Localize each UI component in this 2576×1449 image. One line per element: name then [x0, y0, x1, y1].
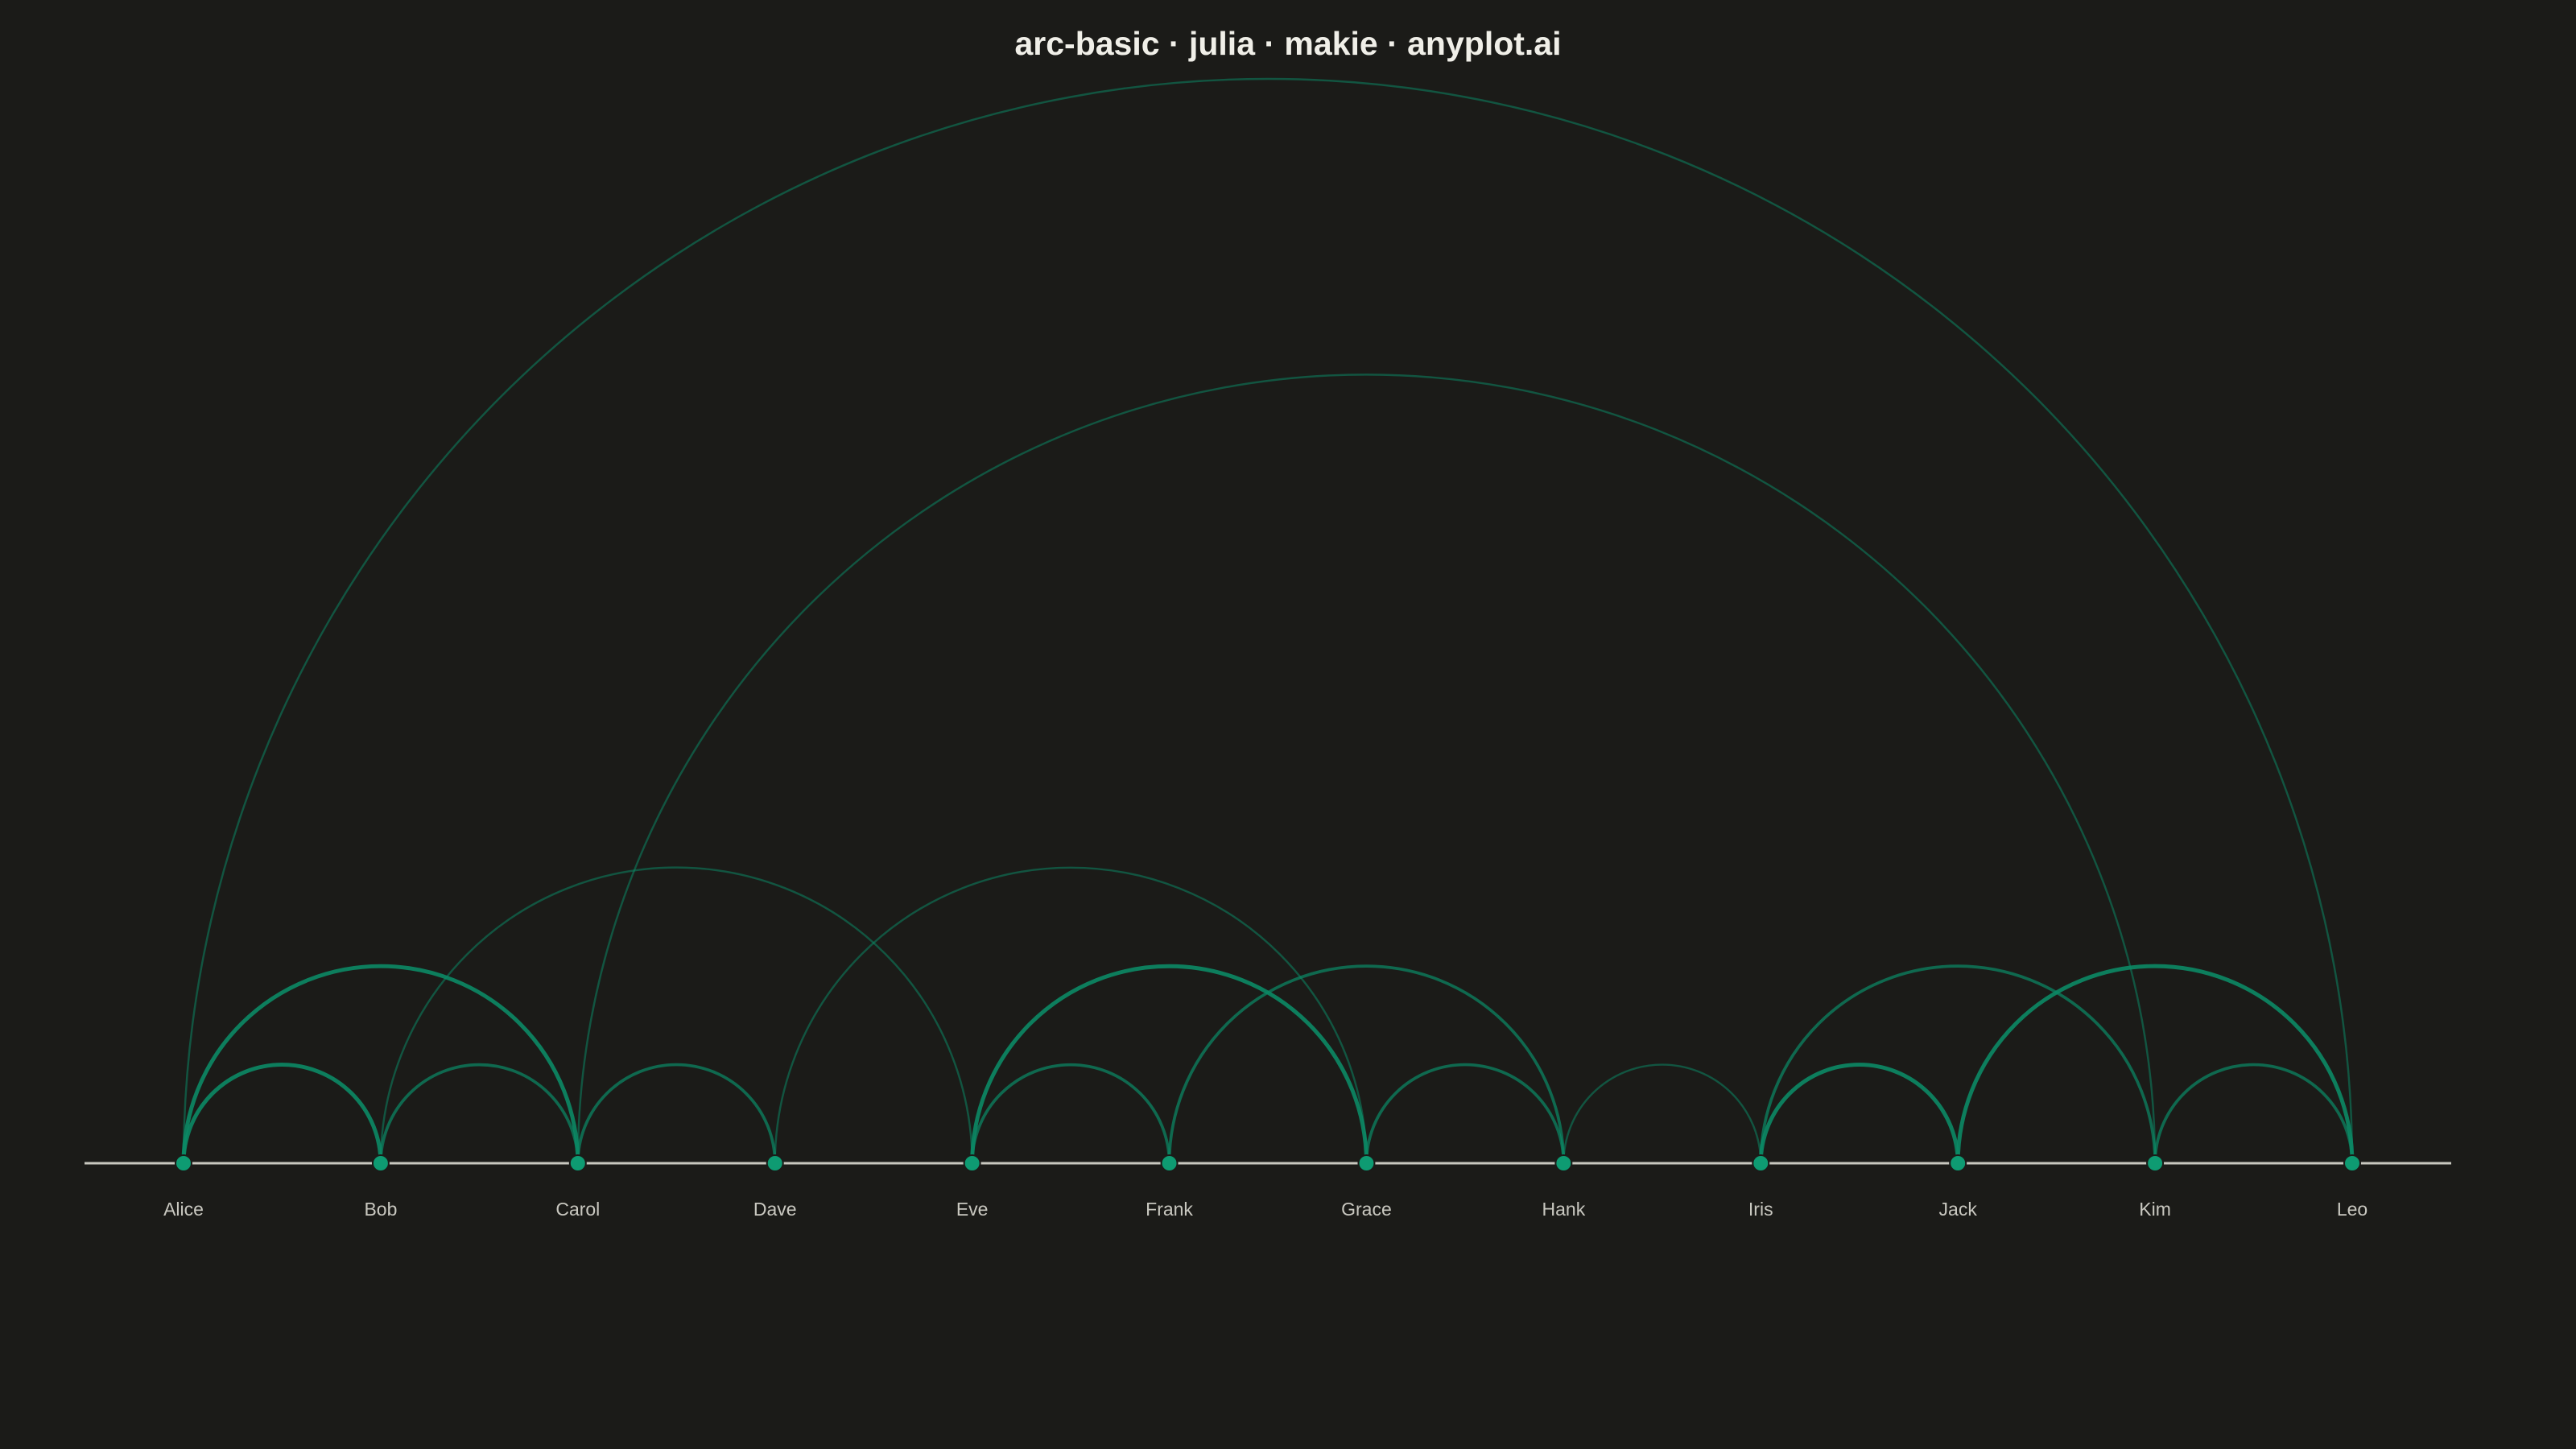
arc-carol-dave — [576, 1063, 777, 1165]
node-alice — [175, 1154, 192, 1172]
node-label-grace: Grace — [1341, 1199, 1392, 1220]
node-label-jack: Jack — [1939, 1199, 1978, 1220]
arc-alice-bob — [181, 1063, 383, 1166]
arc-diagram: arc-basic · julia · makie · anyplot.ai A… — [85, 25, 2451, 1220]
arcs-layer — [181, 77, 2355, 1166]
node-iris — [1752, 1154, 1770, 1172]
node-label-hank: Hank — [1542, 1199, 1586, 1220]
node-dave — [766, 1154, 784, 1172]
arc-iris-jack — [1758, 1063, 1960, 1166]
node-label-leo: Leo — [2337, 1199, 2368, 1220]
node-jack — [1949, 1154, 1967, 1172]
node-label-carol: Carol — [555, 1199, 600, 1220]
node-label-frank: Frank — [1146, 1199, 1193, 1220]
node-label-bob: Bob — [364, 1199, 397, 1220]
node-label-alice: Alice — [163, 1199, 204, 1220]
node-grace — [1357, 1154, 1376, 1172]
arc-grace-hank — [1364, 1063, 1566, 1165]
arc-eve-grace — [972, 966, 1367, 1163]
node-label-eve: Eve — [956, 1199, 989, 1220]
node-leo — [2343, 1154, 2361, 1172]
arc-iris-kim — [1759, 964, 2157, 1165]
arc-eve-frank — [970, 1063, 1171, 1165]
node-label-dave: Dave — [753, 1199, 797, 1220]
arc-kim-leo — [2153, 1063, 2354, 1165]
arc-carol-kim — [576, 374, 2157, 1165]
labels-layer: Alice Bob Carol Dave Eve Frank Grace Hank Iris Ja… — [163, 1199, 2368, 1220]
chart-stage: arc-basic · julia · makie · anyplot.ai A… — [0, 0, 2576, 1449]
arc-bob-carol — [379, 1063, 580, 1165]
node-kim — [2146, 1154, 2165, 1172]
node-eve — [963, 1154, 981, 1172]
node-label-iris: Iris — [1748, 1199, 1773, 1220]
chart-title: arc-basic · julia · makie · anyplot.ai — [1014, 25, 1561, 62]
arc-alice-leo — [182, 77, 2354, 1165]
arc-hank-iris — [1563, 1063, 1762, 1165]
arc-alice-carol — [181, 964, 580, 1166]
arc-bob-eve — [379, 866, 973, 1165]
node-label-kim: Kim — [2139, 1199, 2171, 1220]
node-frank — [1160, 1154, 1179, 1172]
node-bob — [371, 1154, 390, 1172]
node-carol — [568, 1154, 587, 1172]
arc-frank-hank — [1170, 966, 1564, 1163]
arc-dave-grace — [775, 868, 1367, 1163]
node-hank — [1554, 1154, 1573, 1172]
